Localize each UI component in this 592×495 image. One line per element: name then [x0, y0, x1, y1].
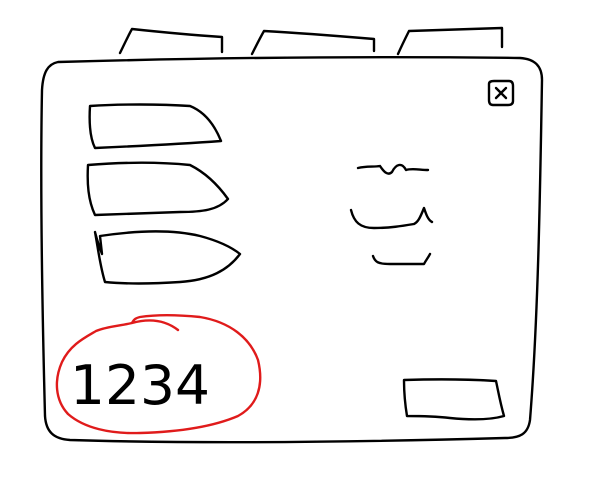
counter-value: 1234: [70, 354, 210, 417]
menu-button-2[interactable]: [84, 161, 230, 219]
side-text-line-1: [356, 163, 430, 175]
menu-button-1[interactable]: [86, 102, 224, 154]
side-text-line-2: [349, 206, 434, 230]
close-button[interactable]: [486, 79, 515, 107]
wireframe-sketch: 1234: [39, 22, 544, 444]
action-button[interactable]: [400, 375, 508, 423]
tab-3[interactable]: [396, 22, 506, 56]
menu-button-3[interactable]: [90, 228, 244, 288]
tab-2[interactable]: [250, 26, 376, 56]
counter-highlight: 1234: [55, 313, 262, 435]
side-text-line-3: [371, 252, 432, 266]
tab-1[interactable]: [118, 26, 226, 56]
